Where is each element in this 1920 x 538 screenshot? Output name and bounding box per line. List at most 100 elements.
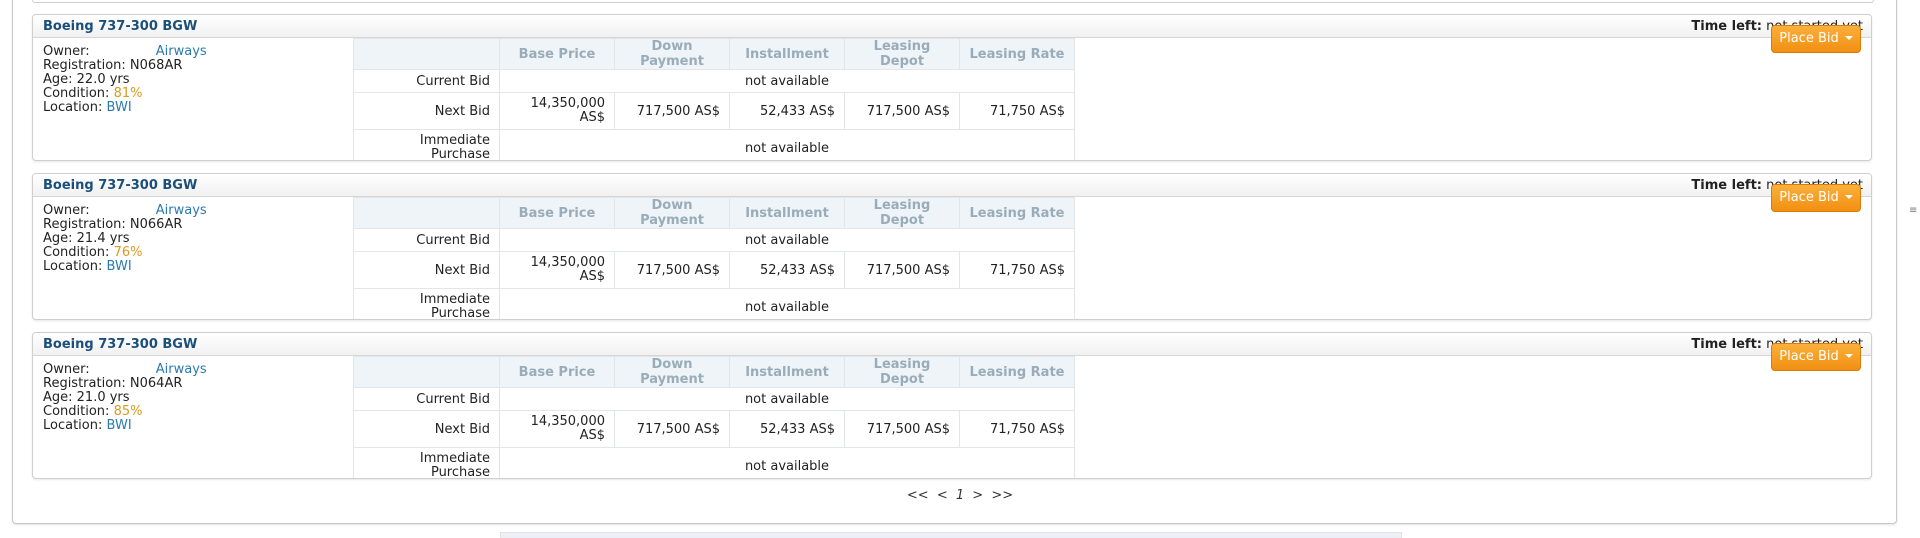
owner-airline-link[interactable]: Airways bbox=[156, 203, 207, 218]
pager-next[interactable]: > bbox=[972, 488, 983, 503]
immediate-purchase-value: not available bbox=[499, 447, 1075, 478]
offer-header: Boeing 737-300 BGW Time left: not starte… bbox=[33, 333, 1871, 356]
condition-value: 76% bbox=[113, 245, 143, 260]
header-base-price: Base Price bbox=[499, 38, 615, 70]
place-bid-button[interactable]: Place Bid bbox=[1771, 25, 1861, 53]
header-leasing-depot: Leasing Depot bbox=[844, 197, 960, 229]
registration: Registration: N066AR bbox=[43, 217, 183, 232]
next-bid-down-payment: 717,500 AS$ bbox=[614, 251, 730, 289]
table-corner bbox=[353, 356, 500, 388]
condition-row: Condition: 85% bbox=[43, 405, 207, 419]
previous-offer-edge bbox=[32, 0, 1874, 3]
next-bid-installment: 52,433 AS$ bbox=[729, 251, 845, 289]
header-down-payment: Down Payment bbox=[614, 38, 730, 70]
age: Age: 22.0 yrs bbox=[43, 72, 130, 87]
owner-airline-link[interactable]: Airways bbox=[156, 44, 207, 59]
header-leasing-rate: Leasing Rate bbox=[959, 197, 1075, 229]
condition-value: 81% bbox=[113, 86, 143, 101]
location-row: Location: BWI bbox=[43, 419, 207, 433]
immediate-purchase-label: Immediate Purchase bbox=[353, 288, 500, 319]
pager-prev[interactable]: < bbox=[937, 488, 948, 503]
aircraft-info: Owner: Airways Registration: N064AR Age:… bbox=[43, 363, 207, 433]
location-link[interactable]: BWI bbox=[107, 259, 132, 274]
location-row: Location: BWI bbox=[43, 101, 207, 115]
header-down-payment: Down Payment bbox=[614, 197, 730, 229]
owner-airline-link[interactable]: Airways bbox=[156, 362, 207, 377]
next-bid-leasing-rate: 71,750 AS$ bbox=[959, 410, 1075, 448]
place-bid-button[interactable]: Place Bid bbox=[1771, 184, 1861, 212]
aircraft-info: Owner: Airways Registration: N066AR Age:… bbox=[43, 204, 207, 274]
current-bid-value: not available bbox=[499, 69, 1075, 93]
location-row: Location: BWI bbox=[43, 260, 207, 274]
table-row: Immediate Purchase not available bbox=[353, 447, 1075, 478]
next-bid-label: Next Bid bbox=[353, 251, 500, 289]
header-leasing-rate: Leasing Rate bbox=[959, 356, 1075, 388]
next-bid-installment: 52,433 AS$ bbox=[729, 410, 845, 448]
next-bid-down-payment: 717,500 AS$ bbox=[614, 92, 730, 130]
next-bid-leasing-rate: 71,750 AS$ bbox=[959, 251, 1075, 289]
header-leasing-depot: Leasing Depot bbox=[844, 38, 960, 70]
aircraft-title[interactable]: Boeing 737-300 BGW bbox=[43, 178, 197, 193]
header-leasing-rate: Leasing Rate bbox=[959, 38, 1075, 70]
aircraft-title[interactable]: Boeing 737-300 BGW bbox=[43, 337, 197, 352]
owner-label: Owner: bbox=[43, 44, 90, 59]
condition-row: Condition: 76% bbox=[43, 246, 207, 260]
aircraft-offer-card: Boeing 737-300 BGW Time left: not starte… bbox=[32, 14, 1872, 161]
aircraft-title[interactable]: Boeing 737-300 BGW bbox=[43, 19, 197, 34]
table-row: Current Bid not available bbox=[353, 387, 1075, 411]
header-base-price: Base Price bbox=[499, 356, 615, 388]
owner-redacted bbox=[90, 204, 152, 214]
condition-label: Condition: bbox=[43, 404, 110, 419]
table-row: Immediate Purchase not available bbox=[353, 129, 1075, 160]
next-bid-leasing-depot: 717,500 AS$ bbox=[844, 251, 960, 289]
header-down-payment: Down Payment bbox=[614, 356, 730, 388]
price-table: Base Price Down Payment Installment Leas… bbox=[353, 38, 1075, 160]
chevron-down-icon bbox=[1844, 354, 1853, 358]
next-bid-leasing-depot: 717,500 AS$ bbox=[844, 92, 960, 130]
time-left-label: Time left: bbox=[1691, 19, 1762, 34]
table-row: Next Bid 14,350,000 AS$ 717,500 AS$ 52,4… bbox=[353, 251, 1075, 289]
header-installment: Installment bbox=[729, 197, 845, 229]
next-bid-leasing-depot: 717,500 AS$ bbox=[844, 410, 960, 448]
pager-first[interactable]: << bbox=[907, 488, 929, 503]
next-bid-leasing-rate: 71,750 AS$ bbox=[959, 92, 1075, 130]
pager-current: 1 bbox=[955, 488, 965, 503]
owner-redacted bbox=[90, 363, 152, 373]
next-bid-base-price: 14,350,000 AS$ bbox=[499, 92, 615, 130]
place-bid-label: Place Bid bbox=[1779, 190, 1839, 205]
next-bid-base-price: 14,350,000 AS$ bbox=[499, 251, 615, 289]
pager-last[interactable]: >> bbox=[991, 488, 1013, 503]
current-bid-label: Current Bid bbox=[353, 387, 500, 411]
owner-label: Owner: bbox=[43, 362, 90, 377]
offer-header: Boeing 737-300 BGW Time left: not starte… bbox=[33, 15, 1871, 38]
current-bid-label: Current Bid bbox=[353, 228, 500, 252]
offer-header: Boeing 737-300 BGW Time left: not starte… bbox=[33, 174, 1871, 197]
current-bid-label: Current Bid bbox=[353, 69, 500, 93]
footer-strip bbox=[500, 532, 1402, 538]
aircraft-offer-card: Boeing 737-300 BGW Time left: not starte… bbox=[32, 173, 1872, 320]
age: Age: 21.4 yrs bbox=[43, 231, 130, 246]
owner-row: Owner: Airways bbox=[43, 204, 207, 218]
condition-value: 85% bbox=[113, 404, 143, 419]
owner-row: Owner: Airways bbox=[43, 45, 207, 59]
location-link[interactable]: BWI bbox=[107, 418, 132, 433]
next-bid-label: Next Bid bbox=[353, 410, 500, 448]
next-bid-installment: 52,433 AS$ bbox=[729, 92, 845, 130]
place-bid-label: Place Bid bbox=[1779, 31, 1839, 46]
location-link[interactable]: BWI bbox=[107, 100, 132, 115]
header-installment: Installment bbox=[729, 356, 845, 388]
owner-row: Owner: Airways bbox=[43, 363, 207, 377]
scrollbar-grip-icon[interactable]: ≡ bbox=[1909, 205, 1917, 217]
pagination: << < 1 > >> bbox=[0, 488, 1920, 503]
chevron-down-icon bbox=[1844, 195, 1853, 199]
immediate-purchase-value: not available bbox=[499, 129, 1075, 160]
aircraft-offer-card: Boeing 737-300 BGW Time left: not starte… bbox=[32, 332, 1872, 479]
table-row: Immediate Purchase not available bbox=[353, 288, 1075, 319]
place-bid-button[interactable]: Place Bid bbox=[1771, 343, 1861, 371]
immediate-purchase-label: Immediate Purchase bbox=[353, 447, 500, 478]
owner-redacted bbox=[90, 45, 152, 55]
price-table: Base Price Down Payment Installment Leas… bbox=[353, 197, 1075, 319]
current-bid-value: not available bbox=[499, 228, 1075, 252]
header-installment: Installment bbox=[729, 38, 845, 70]
time-left-label: Time left: bbox=[1691, 178, 1762, 193]
